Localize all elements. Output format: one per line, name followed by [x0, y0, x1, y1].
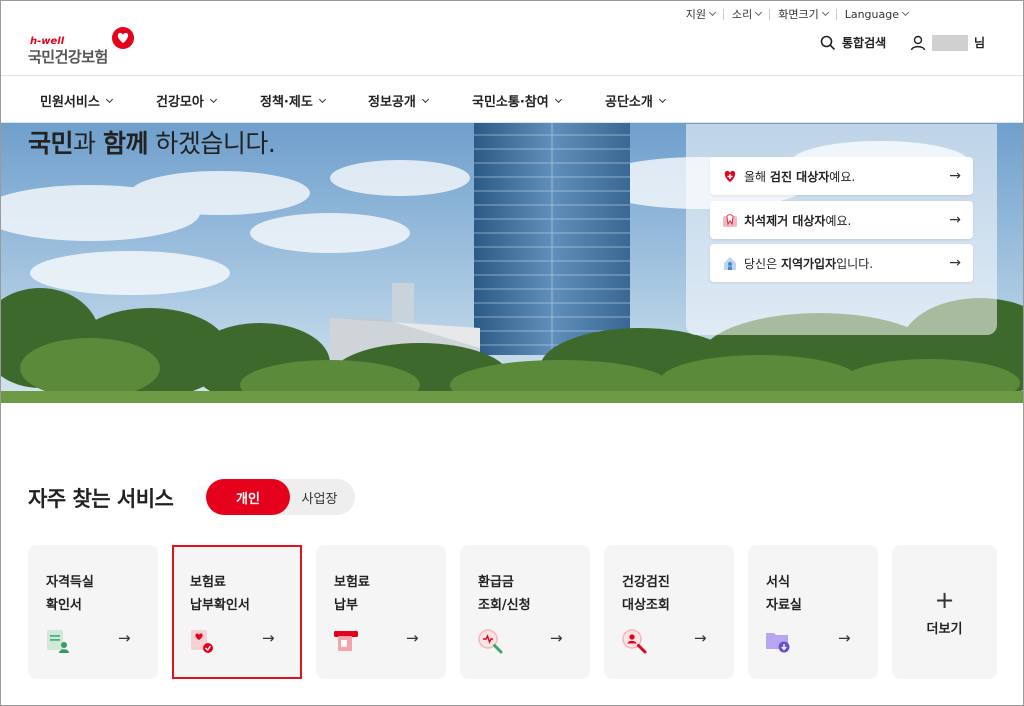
search-refund-icon [478, 629, 503, 654]
nav-item-health-moa[interactable]: 건강모아 [156, 91, 217, 110]
chevron-down-icon [658, 95, 666, 103]
arrow-right-icon: → [118, 629, 131, 647]
user-menu[interactable]: 님 [910, 34, 985, 51]
service-card-checkup-lookup[interactable]: 건강검진 대상조회 → [604, 545, 734, 679]
arrow-right-icon: → [949, 212, 961, 228]
sound-menu[interactable]: 소리 [724, 6, 769, 22]
arrow-right-icon: → [262, 629, 275, 647]
scaling-target-card[interactable]: 치석제거 대상자예요. → [710, 201, 973, 239]
arrow-right-icon: → [406, 629, 419, 647]
home-icon [724, 257, 736, 270]
integrated-search-button[interactable]: 통합검색 [820, 34, 886, 51]
chevron-down-icon [209, 95, 217, 103]
card-text: 치석제거 대상자예요. [744, 213, 852, 228]
chevron-down-icon [708, 8, 717, 17]
nav-item-civil-service[interactable]: 민원서비스 [40, 91, 113, 110]
atm-card-icon [334, 631, 358, 651]
language-menu[interactable]: Language [837, 8, 916, 21]
tab-personal[interactable]: 개인 [206, 479, 290, 515]
support-menu[interactable]: 지원 [678, 6, 723, 22]
search-icon [820, 35, 836, 50]
heart-logo-icon [112, 27, 134, 49]
chevron-down-icon [421, 95, 429, 103]
chevron-down-icon [755, 8, 763, 17]
folder-download-icon [766, 633, 790, 653]
screen-size-menu[interactable]: 화면크기 [770, 6, 835, 22]
site-logo[interactable]: h-well 국민건강보험 [28, 26, 148, 66]
service-card-qualification[interactable]: 자격득실 확인서 → [28, 545, 158, 679]
chevron-down-icon [318, 95, 326, 103]
arrow-right-icon: → [949, 255, 961, 271]
username-redacted [932, 34, 968, 51]
service-more-button[interactable]: + 더보기 [892, 545, 997, 679]
frequent-services-title: 자주 찾는 서비스 [28, 487, 174, 511]
nav-item-disclosure[interactable]: 정보공개 [368, 91, 429, 110]
arrow-right-icon: → [694, 629, 707, 647]
regional-subscriber-card[interactable]: 당신은 지역가입자입니다. → [710, 244, 973, 282]
nav-item-about[interactable]: 공단소개 [605, 91, 666, 110]
certificate-user-icon [47, 630, 69, 653]
nav-item-policy[interactable]: 정책·제도 [260, 91, 326, 110]
service-card-payment[interactable]: 보험료 납부 → [316, 545, 446, 679]
hero-title: 국민과 함께 하겠습니다. [28, 129, 276, 158]
service-type-toggle: 개인 사업장 [206, 479, 355, 515]
main-nav: 민원서비스 건강모아 정책·제도 정보공개 국민소통·참여 공단소개 [0, 75, 1024, 123]
tab-business[interactable]: 사업장 [290, 479, 355, 515]
arrow-right-icon: → [838, 629, 851, 647]
chevron-down-icon [901, 8, 910, 17]
arrow-right-icon: → [550, 629, 563, 647]
chevron-down-icon [554, 95, 562, 103]
card-text: 올해 검진 대상자예요. [744, 169, 856, 184]
search-person-icon [622, 629, 647, 654]
heart-icon [724, 170, 736, 182]
logo-name: 국민건강보험 [28, 48, 108, 66]
checkup-target-card[interactable]: 올해 검진 대상자예요. → [710, 157, 973, 195]
service-card-refund[interactable]: 환급금 조회/신청 → [460, 545, 590, 679]
payment-receipt-icon [191, 630, 213, 653]
utility-bar: 지원 소리 화면크기 Language [678, 6, 916, 22]
user-icon [910, 35, 926, 50]
nav-item-participation[interactable]: 국민소통·참여 [472, 91, 562, 110]
plus-icon: + [934, 585, 955, 614]
tooth-icon [723, 214, 737, 227]
service-card-forms[interactable]: 서식 자료실 → [748, 545, 878, 679]
service-card-payment-certificate[interactable]: 보험료 납부확인서 → [172, 545, 302, 679]
arrow-right-icon: → [949, 168, 961, 184]
chevron-down-icon [105, 95, 113, 103]
chevron-down-icon [821, 8, 829, 17]
card-text: 당신은 지역가입자입니다. [744, 256, 874, 271]
